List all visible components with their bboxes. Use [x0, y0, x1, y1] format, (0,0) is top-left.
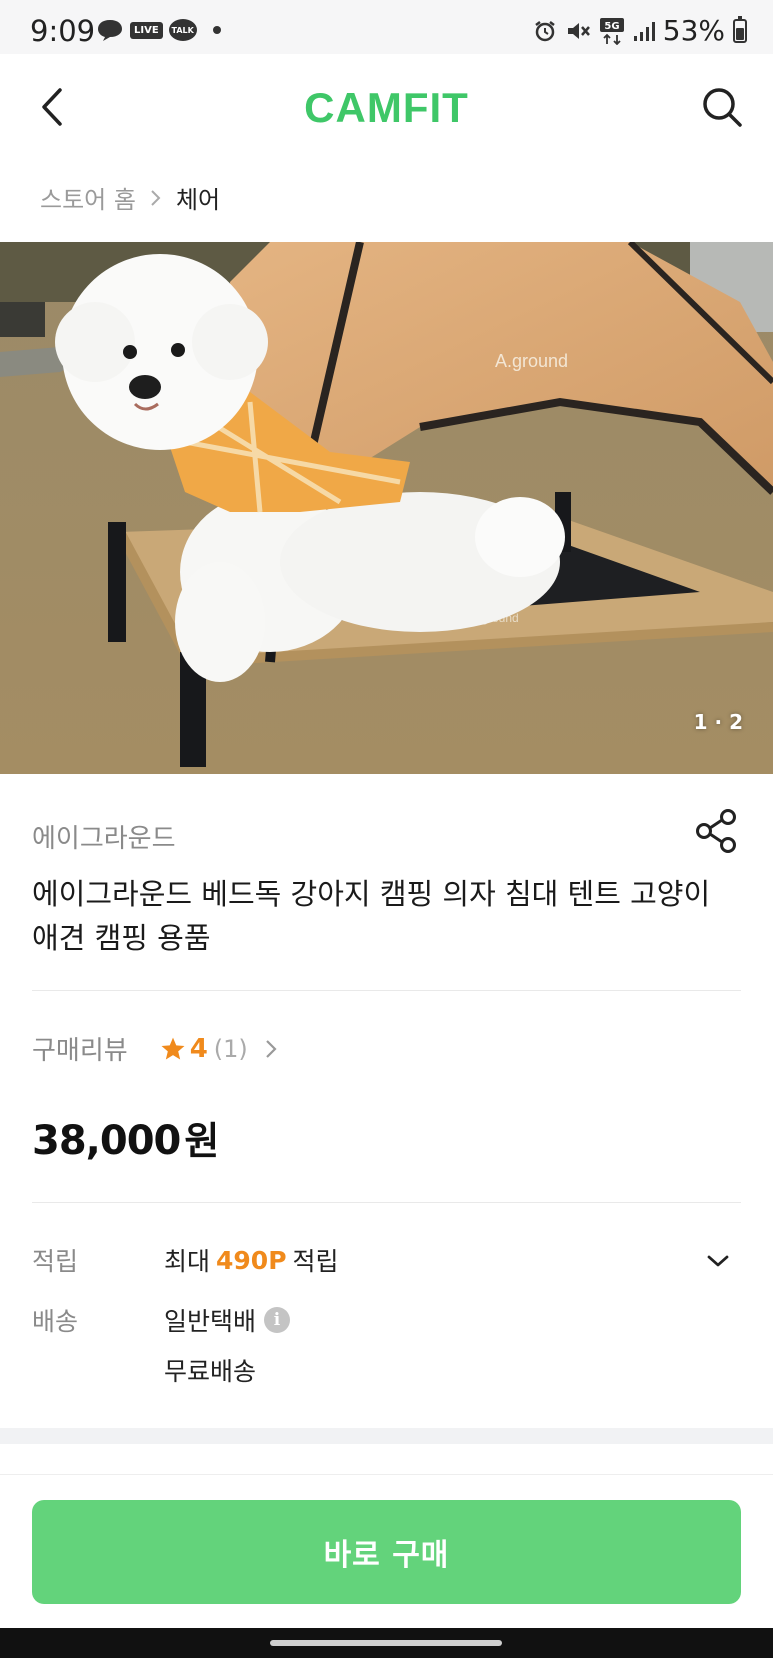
product-brand[interactable]: 에이그라운드 [32, 818, 176, 855]
network-5g-icon: 5G [599, 17, 624, 45]
review-summary[interactable]: 구매리뷰 4 (1) [32, 1030, 278, 1067]
chevron-right-icon [150, 188, 162, 208]
points-label: 적립 [32, 1247, 79, 1276]
star-icon [160, 1036, 186, 1062]
notification-dot [212, 26, 221, 34]
breadcrumb-current[interactable]: 체어 [176, 180, 220, 215]
system-navigation-bar [0, 1628, 773, 1658]
product-photo: A.ground A.ground [0, 242, 773, 774]
search-button[interactable] [697, 82, 747, 132]
live-badge: LIVE [130, 21, 163, 39]
shipping-label: 배송 [32, 1307, 79, 1336]
battery-icon [733, 15, 747, 43]
shipping-fee: 무료배송 [164, 1357, 257, 1386]
status-bar: 9:09 LIVE TALK 5G 53% [0, 0, 773, 54]
shipping-method: 일반택배 [164, 1307, 257, 1336]
points-value: 490P [216, 1245, 287, 1275]
review-score: 4 [189, 1033, 208, 1064]
mute-icon [567, 22, 590, 39]
status-time: 9:09 [30, 14, 96, 48]
product-image-gallery[interactable]: A.ground A.ground 1 · 2 [0, 242, 773, 774]
review-count: (1) [213, 1034, 248, 1063]
search-icon [703, 88, 742, 127]
points-prefix: 최대 [164, 1247, 211, 1276]
chat-bubble-icon [98, 20, 122, 41]
app-header: CAMFIT [0, 54, 773, 159]
share-button[interactable] [695, 808, 739, 854]
points-suffix: 적립 [292, 1247, 339, 1276]
share-icon [696, 809, 736, 853]
breadcrumb-store-home[interactable]: 스토어 홈 [40, 180, 136, 215]
buy-now-button[interactable]: 바로 구매 [32, 1500, 741, 1604]
product-title: 에이그라운드 베드독 강아지 캠핑 의자 침대 텐트 고양이 애견 캠핑 용품 [32, 877, 711, 955]
divider [32, 990, 741, 991]
home-gesture-handle[interactable] [270, 1640, 502, 1646]
info-icon[interactable]: i [264, 1307, 291, 1333]
breadcrumb: 스토어 홈 체어 [40, 180, 220, 215]
section-divider [0, 1428, 773, 1444]
battery-percent: 53% [662, 14, 725, 47]
notification-icons: LIVE TALK [96, 18, 221, 42]
shipping-fee-row: 무료배송 [164, 1352, 256, 1388]
svg-text:A.ground: A.ground [495, 351, 568, 371]
shipping-method-row: 일반택배 i [164, 1302, 291, 1338]
review-label: 구매리뷰 [32, 1036, 128, 1066]
points-expand-button[interactable] [703, 1246, 733, 1276]
signal-icon [633, 21, 655, 41]
gallery-page-indicator: 1 · 2 [693, 710, 743, 734]
camfit-logo[interactable]: CAMFIT [0, 84, 773, 132]
points-info: 최대 490P 적립 [164, 1242, 339, 1278]
svg-text:5G: 5G [604, 21, 619, 32]
product-price: 38,000 원 [32, 1110, 219, 1165]
divider [0, 1474, 773, 1475]
price-unit: 원 [184, 1119, 220, 1163]
system-icons: 5G 53% [533, 14, 747, 47]
chevron-down-icon [707, 1255, 729, 1267]
divider [32, 1202, 741, 1203]
alarm-icon [535, 20, 555, 41]
price-amount: 38,000 [32, 1118, 181, 1164]
chevron-right-icon [264, 1038, 278, 1060]
talk-badge: TALK [168, 19, 197, 41]
